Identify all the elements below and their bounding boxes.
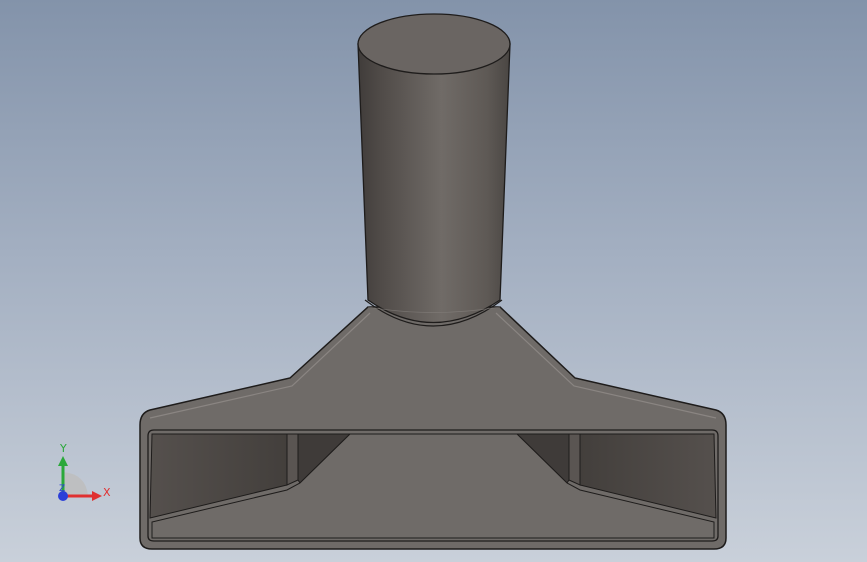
nozzle-model[interactable] (0, 0, 867, 562)
right-inner-wall (568, 433, 581, 486)
tube-top-opening (357, 13, 511, 75)
orientation-triad: Y X Z (48, 440, 118, 510)
inlet-tube (357, 43, 511, 324)
left-inner-wall (286, 433, 299, 486)
x-axis-arrow (92, 491, 102, 501)
triad-z-label: Z (59, 484, 66, 494)
graphics-viewport[interactable]: Y X Z (0, 0, 867, 562)
triad-plane-fan (63, 472, 88, 496)
triad-x-label: X (103, 486, 111, 499)
triad-y-label: Y (60, 442, 67, 455)
y-axis-arrow (58, 456, 68, 466)
